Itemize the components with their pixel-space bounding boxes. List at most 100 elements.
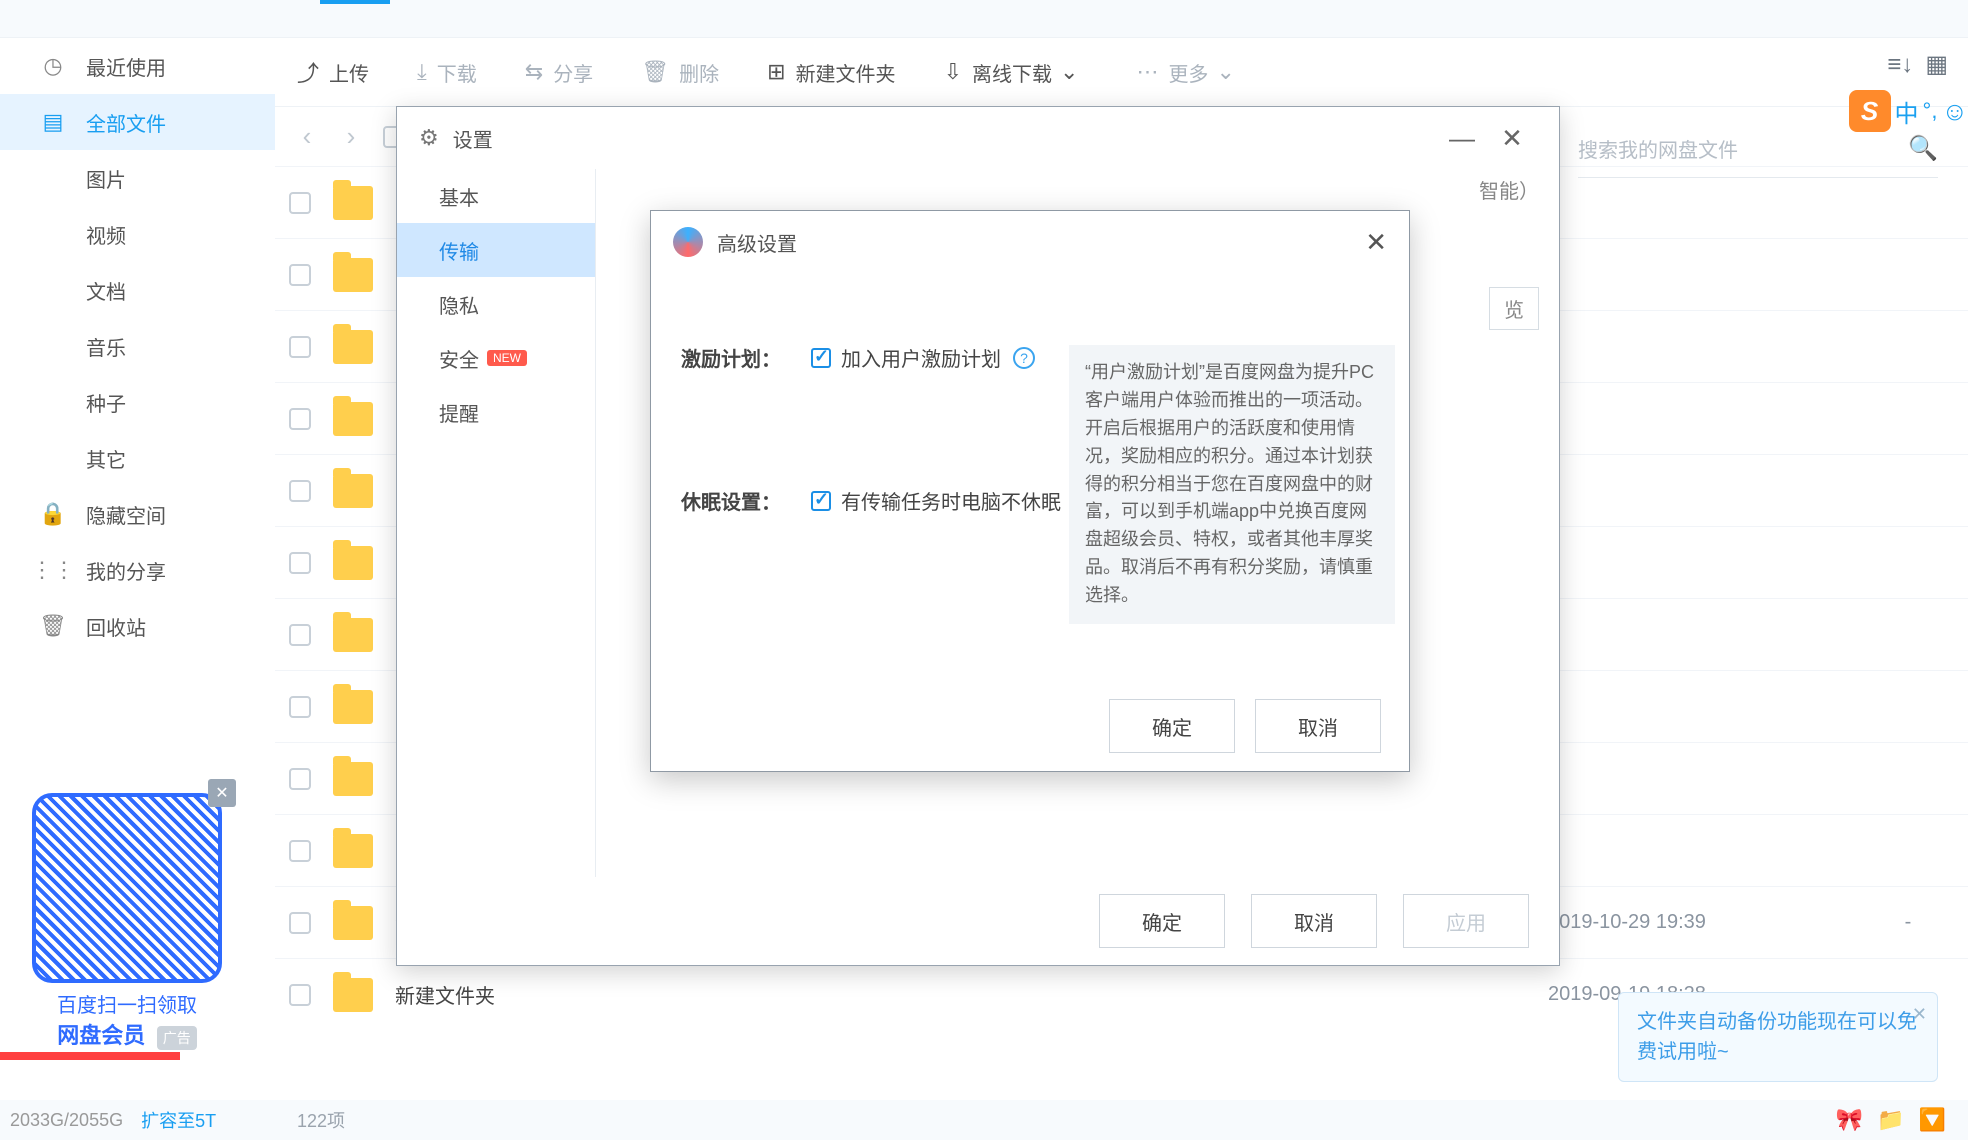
share-button[interactable]: ⇆分享 <box>525 58 593 87</box>
settings-ok-button[interactable]: 确定 <box>1099 894 1225 948</box>
nav-back-button[interactable]: ‹ <box>285 115 329 159</box>
row-checkbox[interactable] <box>289 408 311 430</box>
browse-button-peek[interactable]: 览 <box>1489 287 1539 330</box>
grid-view-icon[interactable]: ▦ <box>1925 50 1948 79</box>
row-checkbox[interactable] <box>289 696 311 718</box>
sidebar-item-videos[interactable]: 视频 <box>0 206 275 262</box>
incentive-label: 激励计划： <box>681 343 811 372</box>
row-checkbox[interactable] <box>289 264 311 286</box>
sidebar-item-others[interactable]: 其它 <box>0 430 275 486</box>
advanced-ok-button[interactable]: 确定 <box>1109 699 1235 753</box>
close-button[interactable]: ✕ <box>1487 113 1537 163</box>
settings-cancel-button[interactable]: 取消 <box>1251 894 1377 948</box>
storage-footer: 2033G/2055G 扩容至5T <box>0 1100 275 1140</box>
close-button[interactable]: ✕ <box>1365 227 1387 258</box>
folder-icon <box>333 474 373 508</box>
sidebar-item-seeds[interactable]: 种子 <box>0 374 275 430</box>
sidebar-label: 隐藏空间 <box>86 500 166 529</box>
file-size: - <box>1848 911 1968 934</box>
settings-tab-transfer[interactable]: 传输 <box>397 223 595 277</box>
download-icon: ⤓ <box>417 59 427 85</box>
row-checkbox[interactable] <box>289 768 311 790</box>
sogou-icon: S <box>1849 90 1891 132</box>
ime-lang: 中 <box>1895 94 1919 129</box>
sort-icon[interactable]: ≡↓ <box>1887 51 1913 79</box>
sidebar-item-docs[interactable]: 文档 <box>0 262 275 318</box>
new-badge: NEW <box>487 350 527 366</box>
row-checkbox[interactable] <box>289 552 311 574</box>
minimize-button[interactable]: — <box>1437 113 1487 163</box>
sidebar-label: 回收站 <box>86 612 146 641</box>
file-date: 2019-10-29 19:39 <box>1548 911 1848 934</box>
advanced-settings-dialog: 高级设置 ✕ 激励计划： 加入用户激励计划 ? 休眠设置： 有传输任务时电脑不休… <box>650 210 1410 772</box>
expand-storage-link[interactable]: 扩容至5T <box>141 1107 216 1133</box>
settings-tab-remind[interactable]: 提醒 <box>397 385 595 439</box>
gear-icon: ⚙ <box>419 125 439 151</box>
download-button[interactable]: ⤓下载 <box>417 58 477 87</box>
baidu-logo-icon <box>673 227 703 257</box>
sidebar-item-recycle[interactable]: 🗑 回收站 <box>0 598 275 654</box>
sidebar-item-allfiles[interactable]: ▤ 全部文件 <box>0 94 275 150</box>
clock-icon: ◷ <box>38 51 68 81</box>
sidebar-item-music[interactable]: 音乐 <box>0 318 275 374</box>
qr-text1: 百度扫一扫领取 <box>22 989 232 1018</box>
tip-text: 文件夹自动备份功能现在可以免费试用啦~ <box>1637 1011 1917 1063</box>
settings-tab-security[interactable]: 安全NEW <box>397 331 595 385</box>
row-checkbox[interactable] <box>289 840 311 862</box>
upload-button[interactable]: ⤴上传 <box>297 56 369 88</box>
folder-icon[interactable]: 📁 <box>1877 1107 1904 1133</box>
sidebar-item-share[interactable]: ⋮⋮ 我的分享 <box>0 542 275 598</box>
offline-button[interactable]: ⇩离线下载⌄ <box>944 58 1089 87</box>
search-placeholder: 搜索我的网盘文件 <box>1578 134 1738 163</box>
sidebar: ◷ 最近使用 ▤ 全部文件 图片 视频 文档 音乐 种子 其它 🔒 隐藏空间 ⋮… <box>0 38 275 1100</box>
incentive-checkbox[interactable] <box>811 348 831 368</box>
folder-icon <box>333 834 373 868</box>
advanced-title: 高级设置 <box>717 228 797 257</box>
delete-button[interactable]: 🗑删除 <box>641 58 719 87</box>
row-checkbox[interactable] <box>289 192 311 214</box>
folder-icon <box>333 186 373 220</box>
folder-icon <box>333 546 373 580</box>
settings-footer: 确定 取消 应用 <box>397 877 1559 965</box>
qr-promo: ✕ 百度扫一扫领取 网盘会员 广告 <box>22 787 232 1050</box>
top-bar <box>0 0 1968 38</box>
row-checkbox[interactable] <box>289 480 311 502</box>
transfer-icon[interactable]: 🔽 <box>1919 1107 1946 1133</box>
backup-tip-toast: ✕ 文件夹自动备份功能现在可以免费试用啦~ <box>1618 992 1938 1082</box>
sleep-label: 休眠设置： <box>681 486 811 515</box>
close-icon[interactable]: ✕ <box>1912 1001 1927 1028</box>
advanced-body: 激励计划： 加入用户激励计划 ? 休眠设置： 有传输任务时电脑不休眠 ? “用户… <box>651 273 1409 515</box>
folder-icon <box>333 978 373 1012</box>
trash-icon: 🗑 <box>38 611 68 641</box>
gift-icon[interactable]: 🎀 <box>1836 1107 1863 1133</box>
qr-code-image <box>32 793 222 983</box>
lock-icon: 🔒 <box>38 499 68 529</box>
main-footer: 122项 🎀 📁 🔽 <box>275 1100 1968 1140</box>
sleep-checkbox[interactable] <box>811 491 831 511</box>
active-tab-indicator <box>320 0 390 4</box>
row-checkbox[interactable] <box>289 984 311 1006</box>
sleep-option: 有传输任务时电脑不休眠 <box>841 486 1061 515</box>
row-checkbox[interactable] <box>289 336 311 358</box>
advanced-cancel-button[interactable]: 取消 <box>1255 699 1381 753</box>
close-icon[interactable]: ✕ <box>208 779 236 807</box>
row-checkbox[interactable] <box>289 912 311 934</box>
sidebar-item-images[interactable]: 图片 <box>0 150 275 206</box>
sidebar-item-hidden[interactable]: 🔒 隐藏空间 <box>0 486 275 542</box>
settings-apply-button[interactable]: 应用 <box>1403 894 1529 948</box>
storage-usage: 2033G/2055G <box>10 1110 123 1131</box>
toolbar: ⤴上传 ⤓下载 ⇆分享 🗑删除 ⊞新建文件夹 ⇩离线下载⌄ ⋯更多⌄ <box>275 38 1968 106</box>
incentive-option: 加入用户激励计划 <box>841 343 1001 372</box>
row-checkbox[interactable] <box>289 624 311 646</box>
settings-tab-basic[interactable]: 基本 <box>397 169 595 223</box>
ad-tag: 广告 <box>157 1026 197 1050</box>
nav-forward-button[interactable]: › <box>329 115 373 159</box>
newfolder-button[interactable]: ⊞新建文件夹 <box>767 58 895 87</box>
sidebar-item-recent[interactable]: ◷ 最近使用 <box>0 38 275 94</box>
search-icon: 🔍 <box>1908 134 1938 163</box>
info-icon[interactable]: ? <box>1013 347 1035 369</box>
settings-tab-privacy[interactable]: 隐私 <box>397 277 595 331</box>
sidebar-label: 我的分享 <box>86 556 166 585</box>
more-button[interactable]: ⋯更多⌄ <box>1136 58 1244 87</box>
more-icon: ⋯ <box>1136 59 1158 85</box>
